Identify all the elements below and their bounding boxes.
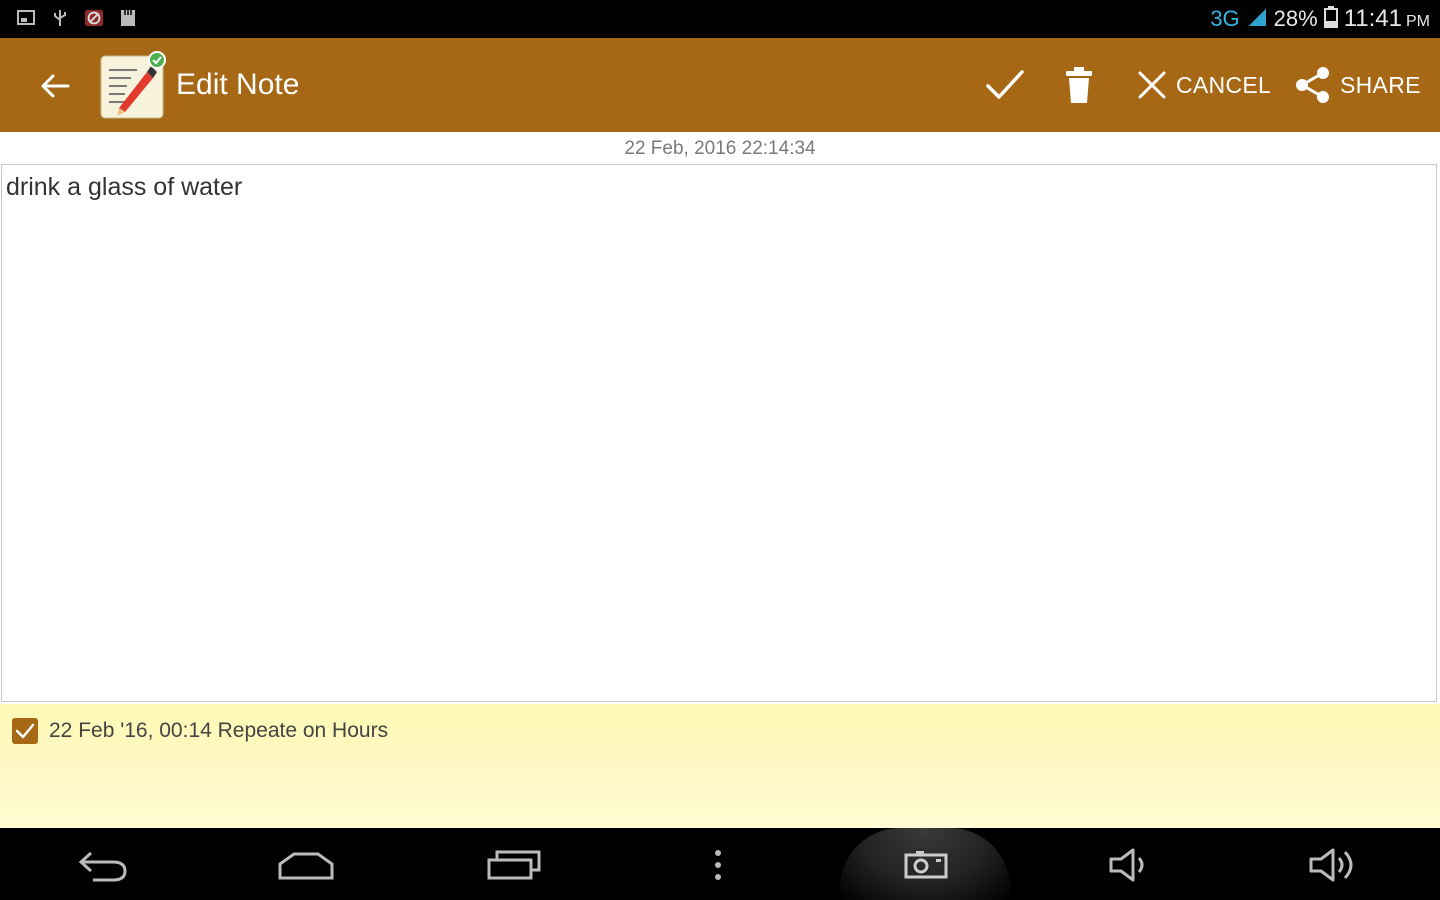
blocked-app-icon <box>84 8 104 28</box>
delete-button[interactable] <box>1062 58 1096 112</box>
nav-volume-down-button[interactable] <box>1102 844 1162 886</box>
nav-recents-button[interactable] <box>484 844 544 886</box>
nav-volume-up-button[interactable] <box>1306 844 1366 886</box>
recent-apps-icon <box>487 850 541 880</box>
nav-screenshot-button[interactable] <box>896 844 956 886</box>
screenshot-icon <box>904 851 948 879</box>
note-editor: 22 Feb, 2016 22:14:34 drink a glass of w… <box>0 132 1440 828</box>
volume-up-icon <box>1309 848 1353 882</box>
check-icon <box>986 70 1024 99</box>
clock-ampm: PM <box>1406 13 1430 30</box>
action-bar: Edit Note CANCEL SHARE <box>0 38 1440 132</box>
nav-back-button[interactable] <box>72 844 132 886</box>
network-type: 3G <box>1210 6 1240 31</box>
reminder-text[interactable]: 22 Feb '16, 00:14 Repeate on Hours <box>49 719 388 743</box>
battery-percent: 28% <box>1273 6 1318 31</box>
app-logo-icon <box>97 50 167 120</box>
close-icon <box>1138 71 1166 99</box>
cancel-button[interactable]: CANCEL <box>1136 58 1271 112</box>
menu-icon <box>715 850 721 880</box>
nav-menu-button[interactable] <box>688 844 748 886</box>
status-bar: 3G 28% 11:41 PM <box>0 0 1440 38</box>
share-label: SHARE <box>1340 71 1421 98</box>
checkmark-icon <box>15 723 35 739</box>
usb-icon <box>50 8 70 28</box>
page-title: Edit Note <box>176 68 300 101</box>
cancel-label: CANCEL <box>1176 71 1272 98</box>
trash-icon <box>1066 67 1092 103</box>
storage-icon <box>118 8 138 28</box>
reminder-panel: 22 Feb '16, 00:14 Repeate on Hours <box>0 704 1440 828</box>
note-text[interactable]: drink a glass of water <box>6 173 242 202</box>
navigation-bar <box>0 828 1440 900</box>
arrow-left-icon <box>41 74 70 98</box>
clock: 11:41 <box>1343 5 1402 32</box>
note-text-area[interactable]: drink a glass of water <box>1 164 1437 702</box>
back-button[interactable] <box>32 66 78 106</box>
screenshot-notification-icon <box>16 8 36 28</box>
nav-home-button[interactable] <box>276 844 336 886</box>
reminder-checkbox[interactable] <box>12 718 38 744</box>
signal-icon <box>1246 6 1268 32</box>
share-icon <box>1296 67 1329 103</box>
save-button[interactable] <box>984 58 1026 112</box>
status-notification-icons <box>16 8 138 28</box>
share-button[interactable]: SHARE <box>1294 58 1421 112</box>
status-system-icons: 3G 28% 11:41 PM <box>1210 4 1430 34</box>
note-timestamp: 22 Feb, 2016 22:14:34 <box>624 138 816 159</box>
volume-down-icon <box>1109 848 1144 882</box>
home-icon <box>278 852 334 880</box>
back-icon <box>78 851 127 882</box>
battery-icon <box>1323 6 1338 32</box>
